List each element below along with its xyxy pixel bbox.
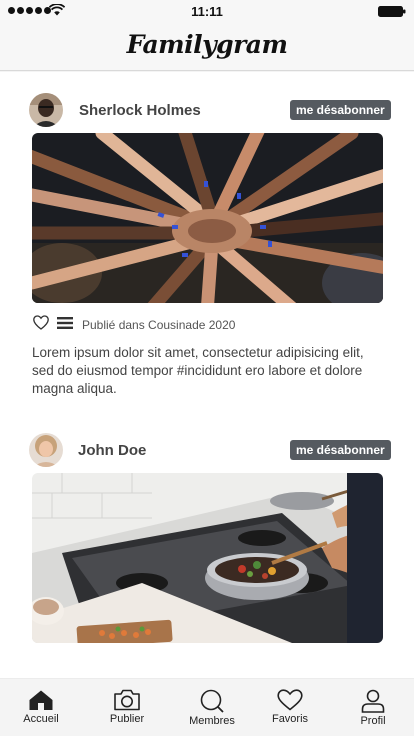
post-card: Sherlock Holmes me désabonner Publié dan… — [0, 92, 414, 396]
tab-profil[interactable]: Profil — [338, 689, 408, 727]
tab-membres[interactable]: Membres — [177, 689, 247, 727]
tab-label: Favoris — [271, 713, 309, 725]
heart-icon[interactable] — [33, 315, 49, 330]
avatar[interactable] — [29, 433, 63, 467]
app-logo: Familygram — [126, 30, 288, 59]
post-header: John Doe me désabonner — [0, 432, 414, 468]
heart-icon — [277, 689, 303, 711]
menu-icon[interactable] — [57, 317, 73, 329]
bottom-tab-bar: Accueil Publier Membres Favoris Profil — [0, 678, 414, 736]
post-card: John Doe me désabonner — [0, 432, 414, 643]
unsubscribe-button[interactable]: me désabonner — [290, 440, 391, 460]
published-in-label: Publié dans Cousinade 2020 — [82, 318, 236, 332]
status-time: 11:11 — [191, 4, 223, 19]
tab-publier[interactable]: Publier — [92, 689, 162, 725]
tab-label: Profil — [360, 715, 386, 727]
tab-label: Publier — [109, 713, 145, 725]
search-icon — [200, 689, 224, 713]
status-bar: 11:11 — [0, 0, 414, 22]
feed[interactable]: Sherlock Holmes me désabonner Publié dan… — [0, 72, 414, 678]
post-actions: Publié dans Cousinade 2020 — [32, 315, 383, 333]
home-icon — [29, 690, 53, 710]
unsubscribe-button[interactable]: me désabonner — [290, 100, 391, 120]
post-text: Lorem ipsum dolor sit amet, consectetur … — [32, 345, 364, 396]
app-header: Familygram — [0, 22, 414, 71]
tab-label: Membres — [189, 715, 235, 727]
avatar[interactable] — [29, 93, 63, 127]
post-image[interactable] — [32, 133, 383, 303]
tab-label: Accueil — [23, 713, 59, 725]
post-header: Sherlock Holmes me désabonner — [0, 92, 414, 128]
user-icon — [361, 689, 385, 713]
post-author[interactable]: Sherlock Holmes — [79, 102, 201, 119]
post-author[interactable]: John Doe — [78, 442, 146, 459]
tab-favoris[interactable]: Favoris — [255, 689, 325, 725]
post-image[interactable] — [32, 473, 383, 643]
camera-icon — [114, 689, 140, 711]
tab-accueil[interactable]: Accueil — [6, 689, 76, 725]
battery-icon — [378, 6, 406, 17]
